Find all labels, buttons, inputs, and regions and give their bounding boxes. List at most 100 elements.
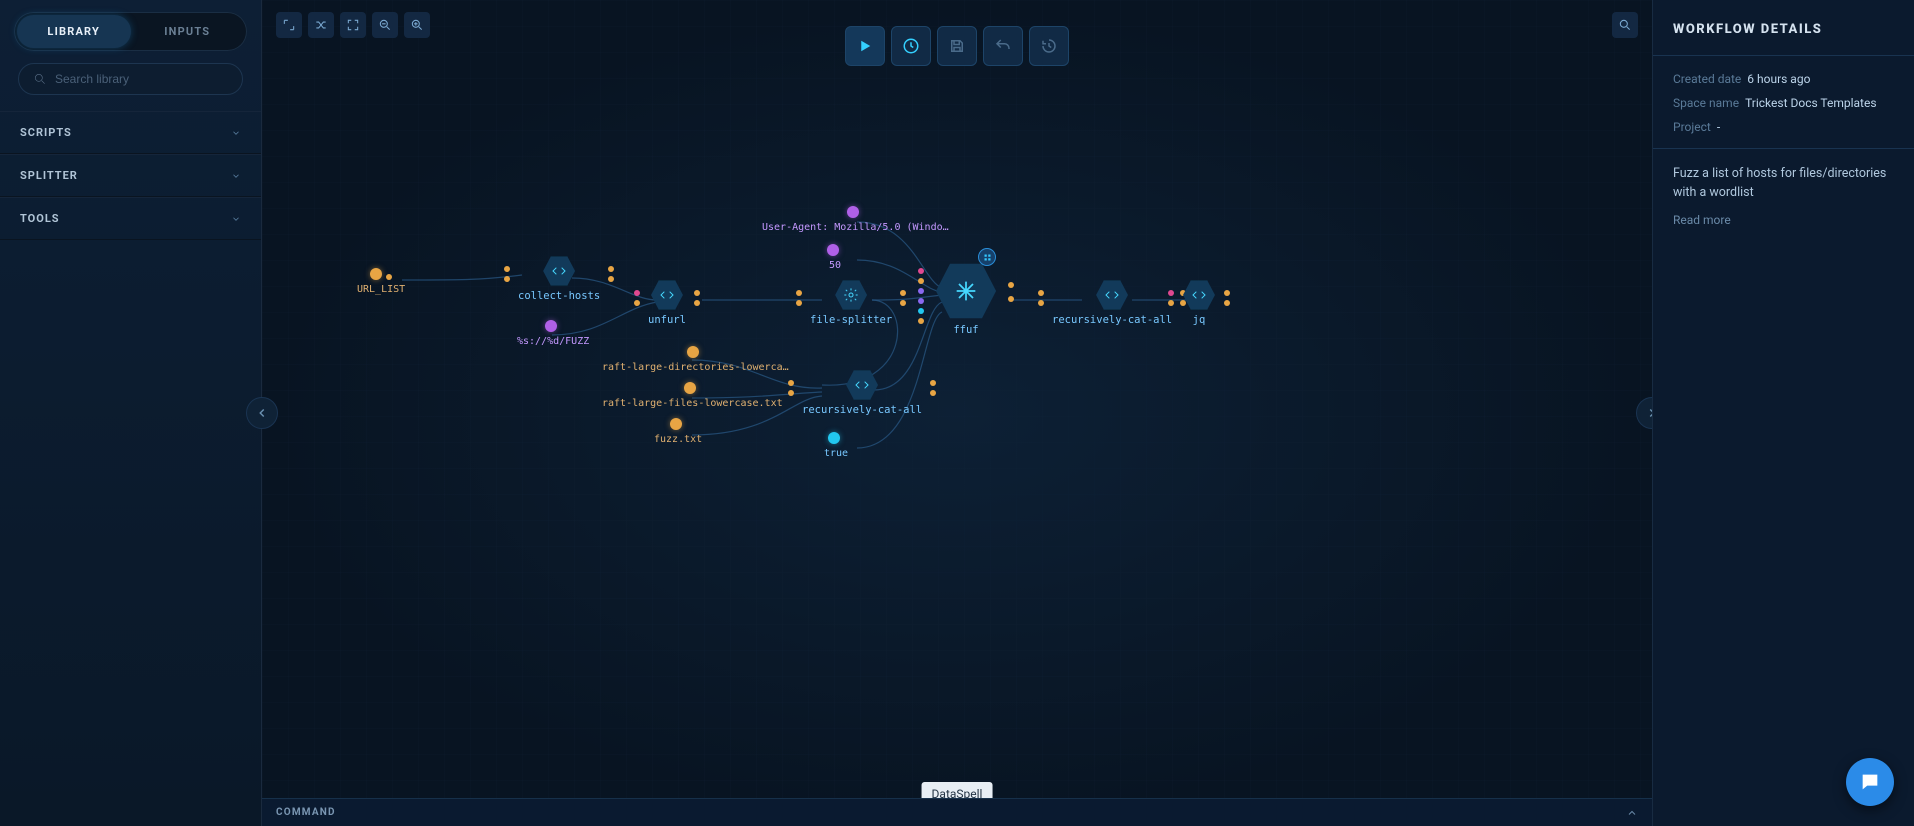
clock-icon: [902, 37, 920, 55]
code-icon: [854, 377, 870, 393]
dot-icon: [545, 320, 557, 332]
chevron-down-icon: [231, 128, 241, 138]
input-raft-files[interactable]: raft-large-files-lowercase.txt: [602, 382, 783, 409]
dot-icon: [684, 382, 696, 394]
fit-button[interactable]: [340, 12, 366, 38]
chat-icon: [1859, 771, 1881, 793]
code-icon: [1191, 287, 1207, 303]
chip-label: 50: [827, 260, 843, 271]
command-bar[interactable]: COMMAND: [262, 798, 1652, 826]
sidebar-section-tools[interactable]: TOOLS: [0, 197, 261, 240]
command-bar-label: COMMAND: [276, 807, 336, 818]
schedule-button[interactable]: [891, 26, 931, 66]
chip-label: raft-large-directories-lowerca…: [602, 362, 789, 373]
sidebar-section-splitter[interactable]: SPLITTER: [0, 154, 261, 197]
node-label: jq: [1182, 314, 1216, 326]
details-description: Fuzz a list of hosts for files/directori…: [1673, 165, 1894, 203]
read-more-link[interactable]: Read more: [1673, 213, 1894, 227]
search-icon: [1618, 18, 1632, 32]
node-jq[interactable]: jq: [1182, 280, 1216, 326]
gear-icon: [843, 287, 859, 303]
history-button[interactable]: [1029, 26, 1069, 66]
dot-icon: [687, 346, 699, 358]
node-label: recursively-cat-all: [802, 404, 922, 416]
chevron-down-icon: [231, 171, 241, 181]
dot-icon: [847, 206, 859, 218]
tab-library[interactable]: LIBRARY: [17, 15, 131, 48]
shuffle-icon: [314, 18, 328, 32]
node-label: collect-hosts: [518, 290, 600, 302]
zoom-out-button[interactable]: [372, 12, 398, 38]
input-raft-dirs[interactable]: raft-large-directories-lowerca…: [602, 346, 789, 373]
grid-icon: [983, 253, 992, 262]
save-icon: [948, 37, 966, 55]
fullscreen-button[interactable]: [276, 12, 302, 38]
meta-project-label: Project: [1673, 120, 1711, 134]
dot-icon: [827, 244, 839, 256]
node-label: ffuf: [934, 324, 998, 336]
chip-label: User-Agent: Mozilla/5.0 (Windo…: [762, 222, 949, 233]
details-title: WORKFLOW DETAILS: [1673, 22, 1894, 37]
meta-project-value: -: [1717, 120, 1720, 134]
chevron-left-icon: [255, 406, 269, 420]
chip-label: fuzz.txt: [654, 434, 702, 445]
input-fifty[interactable]: 50: [827, 244, 843, 271]
node-label: unfurl: [648, 314, 686, 326]
input-true[interactable]: true: [824, 432, 848, 459]
tab-inputs[interactable]: INPUTS: [131, 15, 245, 48]
canvas-action-bar: [845, 26, 1069, 66]
node-recursively-cat-all-1[interactable]: recursively-cat-all: [802, 370, 922, 416]
node-recursively-cat-all-2[interactable]: recursively-cat-all: [1052, 280, 1172, 326]
node-file-splitter[interactable]: file-splitter: [810, 280, 892, 326]
chevron-down-icon: [231, 214, 241, 224]
chip-label: true: [824, 448, 848, 459]
chip-label: URL_LIST: [357, 284, 405, 295]
input-fuzz-txt[interactable]: fuzz.txt: [654, 418, 702, 445]
zoom-in-button[interactable]: [404, 12, 430, 38]
details-panel: WORKFLOW DETAILS Created date 6 hours ag…: [1652, 0, 1914, 826]
history-icon: [1040, 37, 1058, 55]
zoom-out-icon: [378, 18, 392, 32]
pager-left[interactable]: [246, 397, 278, 429]
meta-created-value: 6 hours ago: [1747, 72, 1810, 86]
sidebar-search[interactable]: [18, 63, 243, 95]
node-ffuf[interactable]: ffuf: [934, 262, 998, 336]
zoom-in-icon: [410, 18, 424, 32]
play-icon: [856, 37, 874, 55]
run-button[interactable]: [845, 26, 885, 66]
chip-label: %s://%d/FUZZ: [517, 336, 589, 347]
code-icon: [551, 263, 567, 279]
search-input[interactable]: [55, 72, 228, 86]
code-icon: [1104, 287, 1120, 303]
node-collect-hosts[interactable]: collect-hosts: [518, 256, 600, 302]
sidebar-tab-group: LIBRARY INPUTS: [14, 12, 247, 51]
section-label: SPLITTER: [20, 169, 78, 182]
search-icon: [33, 72, 47, 86]
undo-button[interactable]: [983, 26, 1023, 66]
chevron-up-icon: [1626, 807, 1638, 819]
dot-icon: [828, 432, 840, 444]
workflow-canvas[interactable]: URL_LIST User-Agent: Mozilla/5.0 (Windo……: [262, 0, 1652, 826]
save-button[interactable]: [937, 26, 977, 66]
meta-space-value: Trickest Docs Templates: [1745, 96, 1876, 110]
node-settings-badge[interactable]: [978, 248, 996, 266]
dot-icon: [670, 418, 682, 430]
shuffle-button[interactable]: [308, 12, 334, 38]
meta-space-label: Space name: [1673, 96, 1739, 110]
meta-created-label: Created date: [1673, 72, 1741, 86]
chip-label: raft-large-files-lowercase.txt: [602, 398, 783, 409]
canvas-search-button[interactable]: [1612, 12, 1638, 38]
section-label: TOOLS: [20, 212, 60, 225]
sidebar-section-scripts[interactable]: SCRIPTS: [0, 111, 261, 154]
dot-icon: [370, 268, 382, 280]
input-user-agent[interactable]: User-Agent: Mozilla/5.0 (Windo…: [762, 206, 949, 233]
input-url-list[interactable]: URL_LIST: [357, 268, 405, 295]
tool-icon: [659, 287, 675, 303]
expand-icon: [282, 18, 296, 32]
node-unfurl[interactable]: unfurl: [648, 280, 686, 326]
input-fuzz-template[interactable]: %s://%d/FUZZ: [517, 320, 589, 347]
fit-icon: [346, 18, 360, 32]
node-label: recursively-cat-all: [1052, 314, 1172, 326]
ffuf-icon: [952, 277, 980, 305]
chat-fab[interactable]: [1846, 758, 1894, 806]
